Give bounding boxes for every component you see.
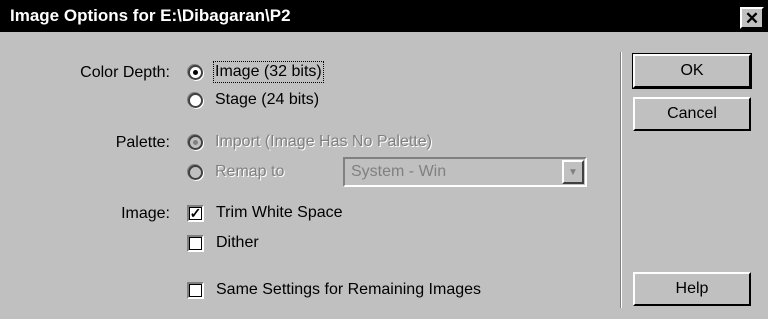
radio-stage-24-bits-label: Stage (24 bits) <box>215 91 320 108</box>
checkbox-same-settings[interactable]: Same Settings for Remaining Images <box>187 281 481 299</box>
checkbox-dither[interactable]: Dither <box>187 234 259 252</box>
radio-button-icon <box>188 92 203 108</box>
radio-image-32-bits-label: Image (32 bits) <box>213 61 324 83</box>
radio-remap-to[interactable]: Remap to <box>188 163 284 181</box>
ok-button[interactable]: OK <box>632 53 752 89</box>
radio-stage-24-bits[interactable]: Stage (24 bits) <box>188 91 319 109</box>
radio-button-icon <box>188 164 203 180</box>
radio-button-icon <box>188 64 203 80</box>
chevron-down-icon: ▼ <box>568 166 578 178</box>
title-bar: Image Options for E:\Dibagaran\P2 ✕ <box>0 0 768 32</box>
cancel-button-label: Cancel <box>667 105 717 122</box>
checkbox-icon <box>187 281 204 299</box>
radio-remap-to-label: Remap to <box>215 163 285 180</box>
close-icon: ✕ <box>744 8 760 28</box>
checkbox-checked-icon: ✓ <box>187 204 204 222</box>
dropdown-button[interactable]: ▼ <box>562 160 584 184</box>
cancel-button[interactable]: Cancel <box>633 97 751 131</box>
checkbox-dither-label: Dither <box>216 234 259 251</box>
vertical-separator <box>620 52 622 308</box>
window-title: Image Options for E:\Dibagaran\P2 <box>10 6 291 25</box>
checkbox-icon <box>187 234 204 252</box>
checkbox-same-settings-label: Same Settings for Remaining Images <box>216 281 482 298</box>
radio-button-icon <box>188 134 203 150</box>
radio-import-palette[interactable]: Import (Image Has No Palette) <box>188 133 432 151</box>
image-label: Image: <box>121 205 170 222</box>
radio-image-32-bits[interactable]: Image (32 bits) <box>188 61 324 83</box>
close-button[interactable]: ✕ <box>740 7 764 29</box>
color-depth-label: Color Depth: <box>80 64 170 81</box>
help-button-label: Help <box>675 280 709 297</box>
palette-label: Palette: <box>115 134 170 151</box>
checkbox-trim-white-space[interactable]: ✓ Trim White Space <box>187 204 343 222</box>
help-button[interactable]: Help <box>633 272 751 306</box>
checkbox-trim-white-space-label: Trim White Space <box>216 204 343 221</box>
remap-palette-value: System - Win <box>351 163 447 180</box>
ok-button-label: OK <box>680 62 704 79</box>
radio-import-palette-label: Import (Image Has No Palette) <box>215 133 432 150</box>
remap-palette-select[interactable]: System - Win ▼ <box>343 157 587 187</box>
